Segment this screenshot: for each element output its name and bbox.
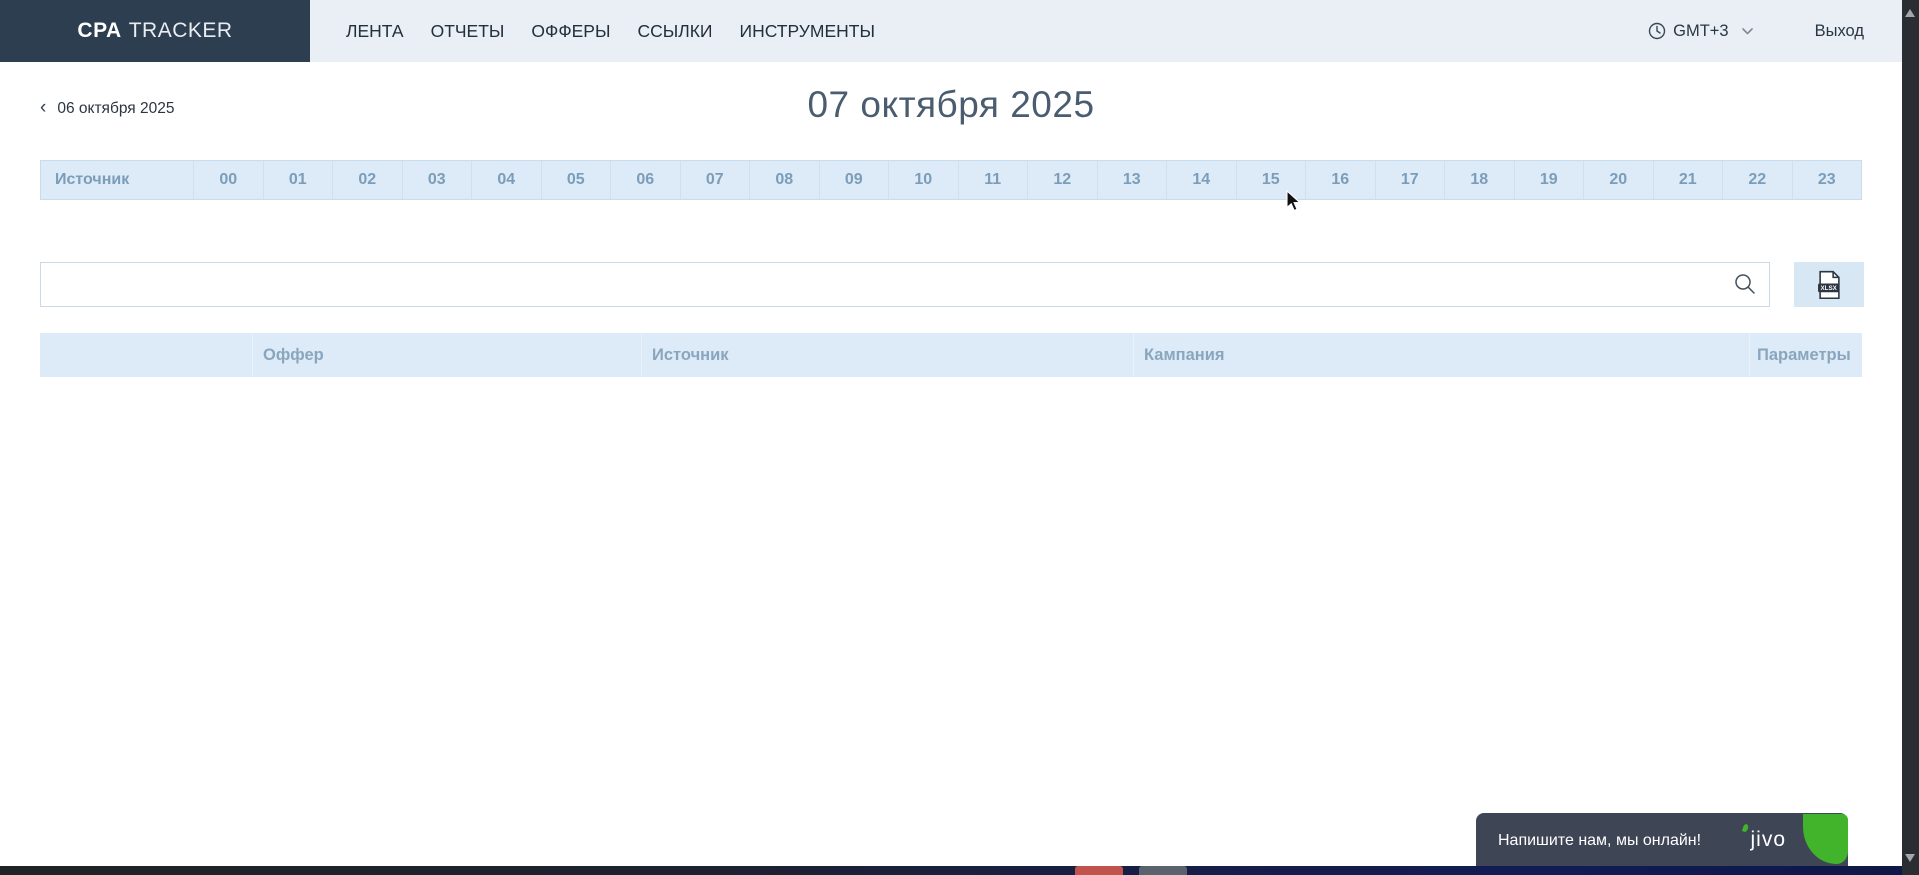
- chevron-down-icon: [1742, 28, 1753, 35]
- results-col-offer: Оффер: [252, 333, 641, 377]
- results-col-empty: [40, 333, 252, 377]
- hour-cell: 04: [471, 161, 541, 199]
- hour-cell: 01: [263, 161, 333, 199]
- hour-cell: 16: [1305, 161, 1375, 199]
- jivo-leaf-dot-icon: [1742, 823, 1749, 832]
- vertical-scrollbar[interactable]: [1902, 0, 1919, 875]
- hour-cell: 14: [1166, 161, 1236, 199]
- search-field-wrap: [40, 262, 1770, 307]
- clock-icon: [1648, 22, 1666, 40]
- jivo-brand-label: jivo: [1750, 828, 1786, 852]
- results-col-params: Параметры: [1749, 333, 1862, 377]
- search-icon: [1733, 272, 1757, 296]
- hour-cell: 08: [749, 161, 819, 199]
- hours-header-row: Источник 0001020304050607080910111213141…: [40, 160, 1862, 200]
- hour-cell: 13: [1097, 161, 1167, 199]
- hour-cell: 23: [1792, 161, 1862, 199]
- hour-cell: 18: [1444, 161, 1514, 199]
- hour-cell: 10: [888, 161, 958, 199]
- app-logo[interactable]: CPA TRACKER: [0, 0, 310, 62]
- hours-cells: 0001020304050607080910111213141516171819…: [193, 161, 1861, 199]
- menu-item-lenta[interactable]: ЛЕНТА: [346, 21, 404, 42]
- hour-cell: 06: [610, 161, 680, 199]
- hour-cell: 20: [1583, 161, 1653, 199]
- search-input[interactable]: [40, 262, 1770, 307]
- hour-cell: 17: [1375, 161, 1445, 199]
- hour-cell: 22: [1722, 161, 1792, 199]
- logo-text-light: TRACKER: [129, 19, 233, 43]
- page-title: 07 октября 2025: [40, 84, 1862, 126]
- hours-source-header: Источник: [41, 161, 193, 199]
- top-navbar: CPA TRACKER ЛЕНТА ОТЧЕТЫ ОФФЕРЫ ССЫЛКИ И…: [0, 0, 1902, 62]
- menu-item-offery[interactable]: ОФФЕРЫ: [531, 21, 610, 42]
- hour-cell: 11: [958, 161, 1028, 199]
- chat-message: Напишите нам, мы онлайн!: [1476, 832, 1701, 850]
- bottom-page-edge-strip: [0, 866, 1902, 875]
- navbar-right: GMT+3 Выход: [1648, 0, 1864, 62]
- bottom-strip-red-fragment: [1075, 866, 1123, 875]
- bottom-strip-gray-fragment: [1139, 866, 1187, 875]
- hour-cell: 21: [1653, 161, 1723, 199]
- menu-item-ssylki[interactable]: ССЫЛКИ: [637, 21, 712, 42]
- hour-cell: 02: [332, 161, 402, 199]
- hour-cell: 09: [819, 161, 889, 199]
- hour-cell: 07: [680, 161, 750, 199]
- results-col-campaign: Кампания: [1133, 333, 1749, 377]
- chat-widget[interactable]: Напишите нам, мы онлайн! jivo: [1476, 813, 1848, 868]
- menu-item-instrumenty[interactable]: ИНСТРУМЕНТЫ: [740, 21, 875, 42]
- export-xlsx-button[interactable]: XLSX: [1794, 262, 1864, 307]
- menu-item-otchety[interactable]: ОТЧЕТЫ: [431, 21, 505, 42]
- svg-text:XLSX: XLSX: [1820, 285, 1837, 292]
- results-table-header: Оффер Источник Кампания Параметры: [40, 333, 1862, 377]
- hour-cell: 05: [541, 161, 611, 199]
- jivo-leaf-icon: [1803, 814, 1848, 864]
- scroll-down-arrow-icon[interactable]: [1905, 854, 1915, 862]
- logo-text-bold: CPA: [77, 19, 121, 43]
- timezone-selector[interactable]: GMT+3: [1648, 22, 1752, 41]
- hour-cell: 00: [193, 161, 263, 199]
- hour-cell: 03: [402, 161, 472, 199]
- hour-cell: 12: [1027, 161, 1097, 199]
- timezone-label: GMT+3: [1673, 22, 1728, 41]
- hour-cell: 19: [1514, 161, 1584, 199]
- results-col-source: Источник: [641, 333, 1133, 377]
- hour-cell: 15: [1236, 161, 1306, 199]
- logout-button[interactable]: Выход: [1815, 22, 1864, 41]
- scroll-up-arrow-icon[interactable]: [1905, 9, 1915, 17]
- main-menu: ЛЕНТА ОТЧЕТЫ ОФФЕРЫ ССЫЛКИ ИНСТРУМЕНТЫ: [346, 0, 875, 62]
- xlsx-file-icon: XLSX: [1817, 270, 1842, 300]
